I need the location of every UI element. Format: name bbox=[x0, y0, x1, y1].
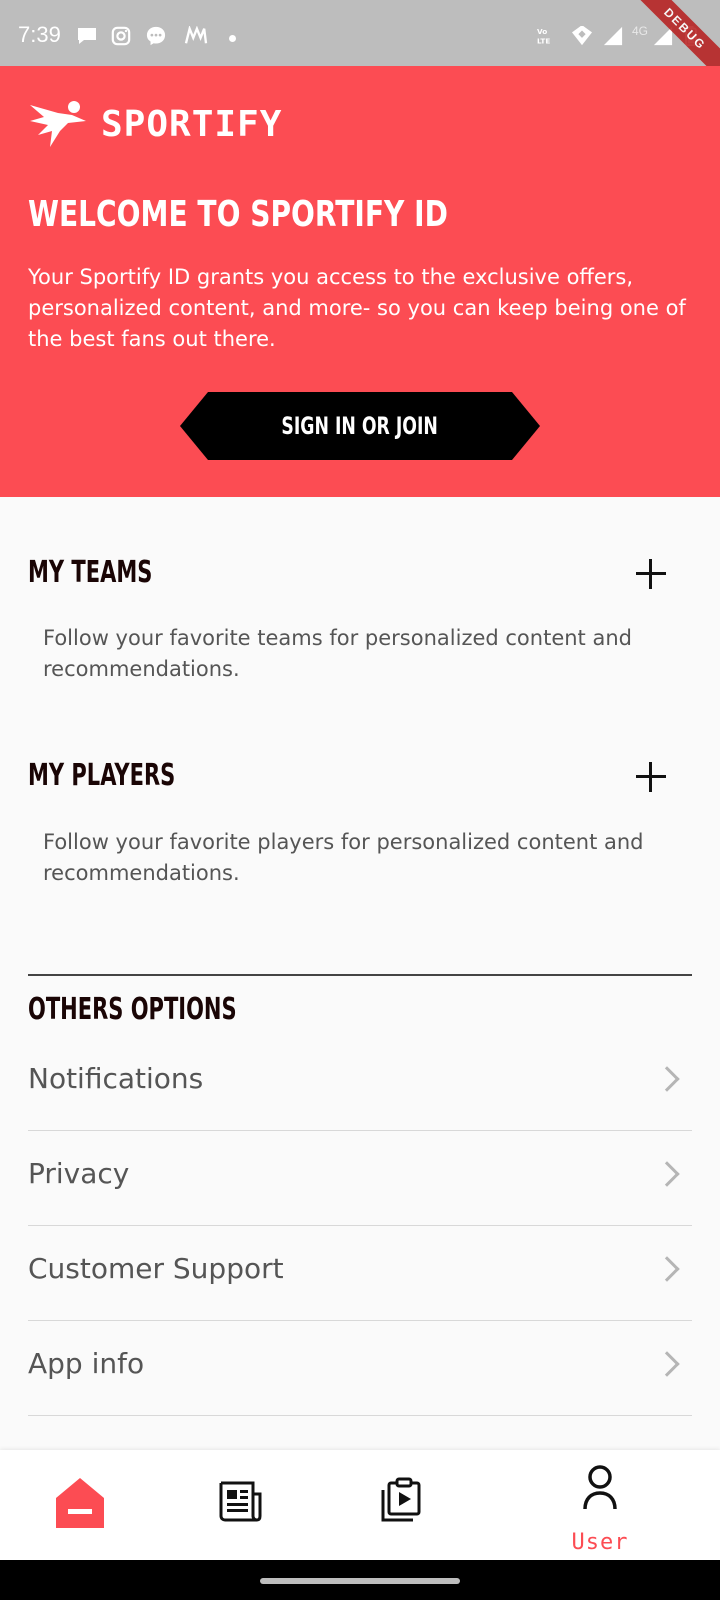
chevron-right-icon bbox=[654, 1351, 680, 1377]
status-bar: 7:39 Vo LTE 4G DEBUG bbox=[0, 0, 720, 90]
add-team-button[interactable] bbox=[634, 557, 668, 591]
status-time: 7:39 bbox=[18, 22, 61, 47]
home-gesture-handle[interactable] bbox=[260, 1578, 460, 1584]
svg-text:LTE: LTE bbox=[537, 36, 550, 45]
nav-news[interactable] bbox=[200, 1450, 280, 1560]
option-app-info[interactable]: App info bbox=[28, 1321, 692, 1416]
video-library-icon bbox=[381, 1477, 421, 1522]
chevron-right-icon bbox=[654, 1161, 680, 1187]
option-label: Privacy bbox=[28, 1157, 130, 1190]
option-label: Notifications bbox=[28, 1062, 204, 1095]
svg-text:Vo: Vo bbox=[537, 27, 547, 36]
option-notifications[interactable]: Notifications bbox=[28, 1036, 692, 1131]
messenger-icon bbox=[146, 26, 166, 46]
my-players-description: Follow your favorite players for persona… bbox=[43, 830, 644, 885]
nav-user[interactable]: User bbox=[560, 1450, 640, 1560]
news-icon bbox=[219, 1481, 262, 1522]
hotspot-icon bbox=[572, 26, 592, 46]
bottom-navigation: User bbox=[0, 1450, 720, 1560]
welcome-title: WELCOME TO SPORTIFY ID bbox=[28, 194, 448, 235]
volte-icon: VoLTE bbox=[537, 27, 550, 45]
my-teams-title: MY TEAMS bbox=[28, 555, 153, 590]
nav-user-label: User bbox=[571, 1530, 629, 1555]
system-navigation-bar bbox=[0, 1560, 720, 1600]
network-type: 4G bbox=[632, 24, 649, 38]
hero-banner: SPORTIFY WELCOME TO SPORTIFY ID Your Spo… bbox=[0, 66, 720, 497]
dot-icon bbox=[229, 35, 236, 42]
section-divider bbox=[28, 974, 692, 976]
sportify-logo-icon bbox=[30, 101, 86, 147]
chevron-right-icon bbox=[654, 1066, 680, 1092]
welcome-description: Your Sportify ID grants you access to th… bbox=[28, 265, 686, 351]
sign-in-label: SIGN IN OR JOIN bbox=[281, 412, 439, 440]
my-teams-description: Follow your favorite teams for personali… bbox=[43, 626, 632, 681]
myntra-icon bbox=[184, 26, 208, 44]
sign-in-or-join-button[interactable]: SIGN IN OR JOIN bbox=[180, 392, 540, 460]
nav-videos[interactable] bbox=[360, 1450, 440, 1560]
chevron-right-icon bbox=[654, 1256, 680, 1282]
user-icon bbox=[583, 1465, 617, 1510]
other-options-title: OTHERS OPTIONS bbox=[28, 992, 237, 1027]
option-label: Customer Support bbox=[28, 1252, 284, 1285]
add-player-button[interactable] bbox=[634, 760, 668, 794]
signal-icon bbox=[603, 26, 623, 46]
option-label: App info bbox=[28, 1347, 145, 1380]
option-customer-support[interactable]: Customer Support bbox=[28, 1226, 692, 1321]
home-icon bbox=[56, 1478, 104, 1528]
chat-bubble-icon bbox=[78, 28, 96, 44]
instagram-icon bbox=[111, 26, 131, 46]
logo-wordmark: SPORTIFY bbox=[101, 104, 283, 145]
my-players-title: MY PLAYERS bbox=[28, 758, 176, 793]
option-privacy[interactable]: Privacy bbox=[28, 1131, 692, 1226]
nav-home[interactable] bbox=[40, 1450, 120, 1560]
